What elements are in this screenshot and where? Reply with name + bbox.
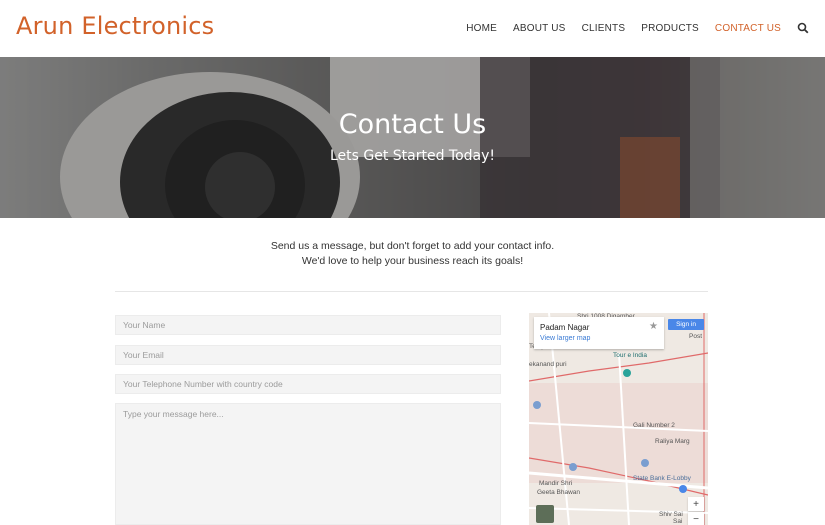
map-pin-icon[interactable] (641, 459, 649, 467)
name-placeholder: Your Name (123, 320, 166, 330)
map-label-shiv: Shiv Sai (659, 511, 683, 518)
map-label-sbi: State Bank E-Lobby (633, 475, 691, 482)
satellite-thumbnail-icon[interactable] (536, 505, 554, 523)
message-textarea[interactable]: Type your message here... (115, 403, 501, 525)
map-label-gali: Gali Number 2 (633, 422, 675, 429)
map-pin-icon[interactable] (569, 463, 577, 471)
email-field[interactable]: Your Email (115, 345, 501, 365)
zoom-out-button[interactable]: − (688, 512, 704, 525)
map-pin-icon[interactable] (679, 485, 687, 493)
map-label-tour: Tour e India (613, 352, 647, 359)
nav-clients[interactable]: CLIENTS (582, 23, 626, 34)
page-subtitle: Lets Get Started Today! (329, 148, 496, 164)
page-title: Contact Us (338, 109, 487, 140)
zoom-in-button[interactable]: + (688, 497, 704, 511)
map-label-ekanand: ekanand puri (529, 361, 567, 368)
embedded-map[interactable]: Shri 1008 Digamber Post Temple ekanand p… (529, 313, 708, 525)
map-label-mandir-2: Geeta Bhawan (537, 489, 581, 496)
section-divider (115, 291, 708, 292)
nav-home[interactable]: HOME (466, 23, 497, 34)
map-pin-icon[interactable] (623, 369, 631, 377)
star-icon[interactable]: ★ (649, 321, 658, 332)
site-logo[interactable]: Arun Electronics (16, 12, 214, 40)
map-info-card: Padam Nagar View larger map ★ (534, 317, 664, 349)
phone-placeholder: Your Telephone Number with country code (123, 379, 283, 389)
map-sign-in-button[interactable]: Sign in (668, 319, 704, 330)
site-header: Arun Electronics HOME ABOUT US CLIENTS P… (0, 0, 825, 57)
map-label-raliya: Raliya Marg (655, 438, 690, 445)
search-icon[interactable] (797, 22, 809, 34)
phone-field[interactable]: Your Telephone Number with country code (115, 374, 501, 394)
larger-map-link[interactable]: View larger map (540, 335, 590, 342)
nav-contact-us[interactable]: CONTACT US (715, 23, 781, 34)
email-placeholder: Your Email (123, 350, 164, 360)
map-label-sai: Sai (673, 518, 683, 525)
intro-text-line-2: We'd love to help your business reach it… (301, 255, 524, 267)
name-field[interactable]: Your Name (115, 315, 501, 335)
main-nav: HOME ABOUT US CLIENTS PRODUCTS CONTACT U… (450, 22, 809, 34)
nav-about-us[interactable]: ABOUT US (513, 23, 566, 34)
message-placeholder: Type your message here... (123, 409, 224, 419)
map-place-name: Padam Nagar (540, 323, 590, 332)
map-label-post: Post (689, 333, 703, 340)
intro-text-line-1: Send us a message, but don't forget to a… (270, 240, 555, 252)
map-label-mandir-1: Mandir Shri (539, 480, 573, 487)
nav-products[interactable]: PRODUCTS (641, 23, 699, 34)
hero-banner: Contact Us Lets Get Started Today! (0, 57, 825, 218)
map-pin-icon[interactable] (533, 401, 541, 409)
